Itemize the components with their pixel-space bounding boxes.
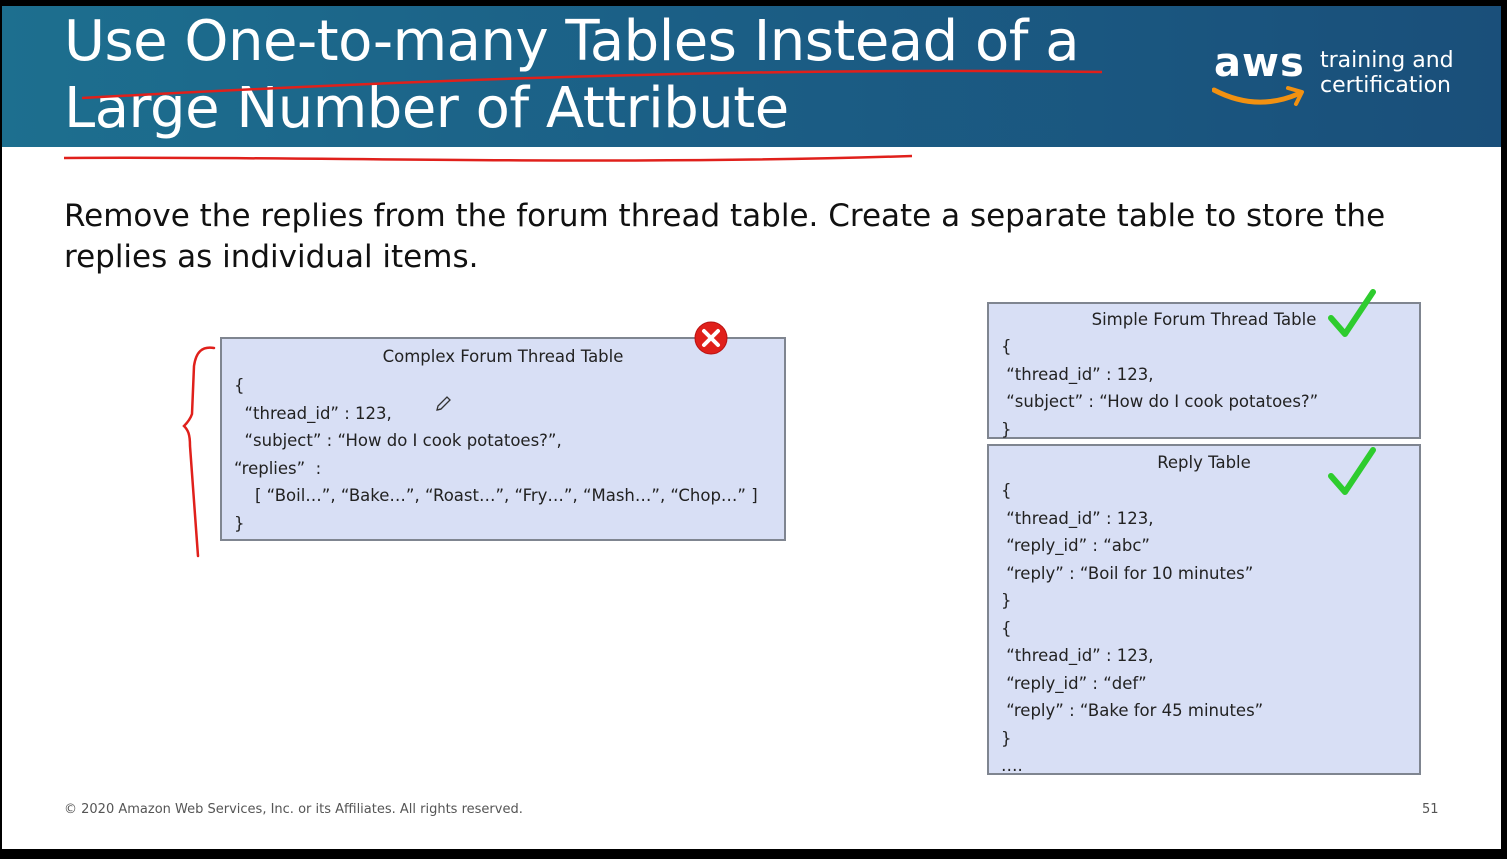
reply-table-code: { “thread_id” : 123, “reply_id” : “abc” … — [1001, 481, 1264, 775]
slide: Use One-to-many Tables Instead of a Larg… — [2, 6, 1501, 849]
aws-tagline-line-1: training and — [1320, 48, 1454, 73]
pencil-cursor-icon — [436, 396, 451, 411]
slide-title-line-1: Use One-to-many Tables Instead of a — [64, 9, 1080, 74]
bracket-annotation — [182, 346, 216, 558]
aws-tagline-line-2: certification — [1320, 73, 1451, 98]
aws-logo-wordmark: aws — [1214, 40, 1305, 86]
footer-copyright: © 2020 Amazon Web Services, Inc. or its … — [64, 802, 523, 817]
red-x-icon — [694, 321, 728, 355]
slide-title-line-2: Large Number of Attribute — [64, 76, 789, 141]
green-check-icon — [1328, 289, 1376, 337]
aws-smile-icon — [1212, 86, 1304, 106]
body-text: Remove the replies from the forum thread… — [64, 198, 1386, 275]
aws-tagline: training and certification — [1320, 48, 1470, 98]
complex-forum-thread-table: Complex Forum Thread Table { “thread_id”… — [220, 337, 786, 541]
simple-table-code: { “thread_id” : 123, “subject” : “How do… — [1001, 337, 1319, 439]
page-number: 51 — [1422, 802, 1439, 817]
slide-header: Use One-to-many Tables Instead of a Larg… — [2, 6, 1501, 147]
underline-annotation — [63, 154, 913, 162]
complex-table-code: { “thread_id” : 123, “subject” : “How do… — [234, 376, 758, 533]
green-check-icon — [1328, 447, 1376, 495]
